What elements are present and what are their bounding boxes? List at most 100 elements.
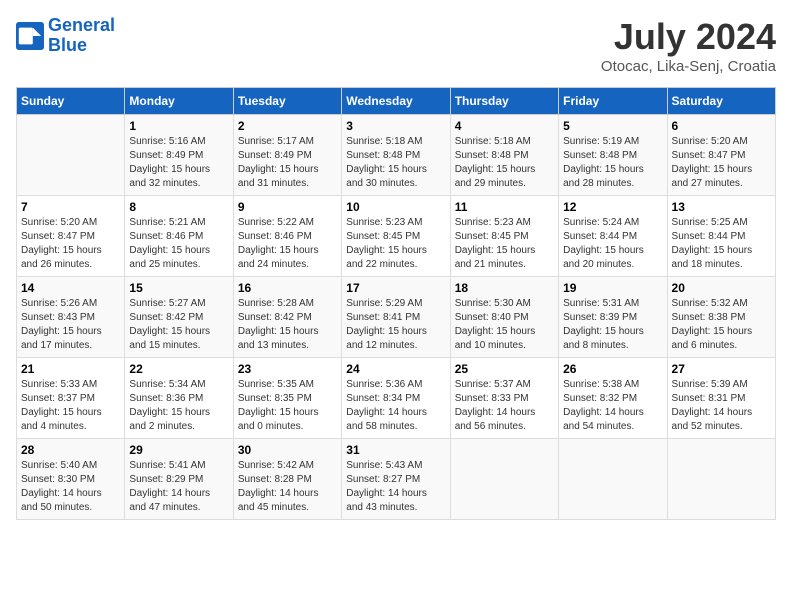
day-info: Sunrise: 5:42 AM Sunset: 8:28 PM Dayligh… bbox=[238, 459, 337, 515]
day-info: Sunrise: 5:22 AM Sunset: 8:46 PM Dayligh… bbox=[238, 216, 337, 272]
day-number: 24 bbox=[346, 362, 445, 376]
calendar-cell: 30 Sunrise: 5:42 AM Sunset: 8:28 PM Dayli… bbox=[233, 439, 341, 520]
calendar-cell: 23 Sunrise: 5:35 AM Sunset: 8:35 PM Dayli… bbox=[233, 358, 341, 439]
day-info: Sunrise: 5:40 AM Sunset: 8:30 PM Dayligh… bbox=[21, 459, 120, 515]
day-info: Sunrise: 5:36 AM Sunset: 8:34 PM Dayligh… bbox=[346, 378, 445, 434]
calendar-cell bbox=[559, 439, 667, 520]
day-info: Sunrise: 5:41 AM Sunset: 8:29 PM Dayligh… bbox=[129, 459, 228, 515]
day-info: Sunrise: 5:28 AM Sunset: 8:42 PM Dayligh… bbox=[238, 297, 337, 353]
day-number: 18 bbox=[455, 281, 554, 295]
day-number: 21 bbox=[21, 362, 120, 376]
month-title: July 2024 bbox=[601, 16, 776, 58]
calendar-cell bbox=[450, 439, 558, 520]
calendar-cell bbox=[667, 439, 775, 520]
calendar-cell: 24 Sunrise: 5:36 AM Sunset: 8:34 PM Dayli… bbox=[342, 358, 450, 439]
calendar-cell: 14Sunrise: 5:26 AM Sunset: 8:43 PM Dayli… bbox=[17, 277, 125, 358]
day-number: 29 bbox=[129, 443, 228, 457]
calendar-cell: 28 Sunrise: 5:40 AM Sunset: 8:30 PM Dayli… bbox=[17, 439, 125, 520]
calendar-cell bbox=[17, 115, 125, 196]
day-number: 22 bbox=[129, 362, 228, 376]
calendar-week-row: 1Sunrise: 5:16 AM Sunset: 8:49 PM Daylig… bbox=[17, 115, 776, 196]
calendar-cell: 25 Sunrise: 5:37 AM Sunset: 8:33 PM Dayli… bbox=[450, 358, 558, 439]
day-number: 14 bbox=[21, 281, 120, 295]
calendar-table: SundayMondayTuesdayWednesdayThursdayFrid… bbox=[16, 87, 776, 520]
calendar-cell: 13 Sunrise: 5:25 AM Sunset: 8:44 PM Dayli… bbox=[667, 196, 775, 277]
day-info: Sunrise: 5:35 AM Sunset: 8:35 PM Dayligh… bbox=[238, 378, 337, 434]
day-number: 20 bbox=[672, 281, 771, 295]
day-number: 4 bbox=[455, 119, 554, 133]
day-number: 10 bbox=[346, 200, 445, 214]
calendar-cell: 18 Sunrise: 5:30 AM Sunset: 8:40 PM Dayli… bbox=[450, 277, 558, 358]
calendar-cell: 15 Sunrise: 5:27 AM Sunset: 8:42 PM Dayli… bbox=[125, 277, 233, 358]
calendar-cell: 6 Sunrise: 5:20 AM Sunset: 8:47 PM Daylig… bbox=[667, 115, 775, 196]
calendar-cell: 10 Sunrise: 5:23 AM Sunset: 8:45 PM Dayli… bbox=[342, 196, 450, 277]
day-info: Sunrise: 5:25 AM Sunset: 8:44 PM Dayligh… bbox=[672, 216, 771, 272]
day-number: 9 bbox=[238, 200, 337, 214]
title-block: July 2024 Otocac, Lika-Senj, Croatia bbox=[601, 16, 776, 75]
calendar-cell: 2Sunrise: 5:17 AM Sunset: 8:49 PM Daylig… bbox=[233, 115, 341, 196]
calendar-cell: 21 Sunrise: 5:33 AM Sunset: 8:37 PM Dayli… bbox=[17, 358, 125, 439]
weekday-header: Wednesday bbox=[342, 88, 450, 115]
calendar-week-row: 21 Sunrise: 5:33 AM Sunset: 8:37 PM Dayli… bbox=[17, 358, 776, 439]
calendar-cell: 3 Sunrise: 5:18 AM Sunset: 8:48 PM Daylig… bbox=[342, 115, 450, 196]
weekday-header: Sunday bbox=[17, 88, 125, 115]
day-number: 30 bbox=[238, 443, 337, 457]
day-info: Sunrise: 5:23 AM Sunset: 8:45 PM Dayligh… bbox=[455, 216, 554, 272]
calendar-cell: 19Sunrise: 5:31 AM Sunset: 8:39 PM Dayli… bbox=[559, 277, 667, 358]
day-info: Sunrise: 5:20 AM Sunset: 8:47 PM Dayligh… bbox=[672, 135, 771, 191]
day-info: Sunrise: 5:21 AM Sunset: 8:46 PM Dayligh… bbox=[129, 216, 228, 272]
day-info: Sunrise: 5:17 AM Sunset: 8:49 PM Dayligh… bbox=[238, 135, 337, 191]
day-number: 3 bbox=[346, 119, 445, 133]
calendar-cell: 17 Sunrise: 5:29 AM Sunset: 8:41 PM Dayli… bbox=[342, 277, 450, 358]
day-info: Sunrise: 5:27 AM Sunset: 8:42 PM Dayligh… bbox=[129, 297, 228, 353]
weekday-header: Tuesday bbox=[233, 88, 341, 115]
calendar-week-row: 14Sunrise: 5:26 AM Sunset: 8:43 PM Dayli… bbox=[17, 277, 776, 358]
day-info: Sunrise: 5:43 AM Sunset: 8:27 PM Dayligh… bbox=[346, 459, 445, 515]
day-number: 23 bbox=[238, 362, 337, 376]
day-number: 25 bbox=[455, 362, 554, 376]
page-header: General Blue July 2024 Otocac, Lika-Senj… bbox=[16, 16, 776, 75]
calendar-cell: 26 Sunrise: 5:38 AM Sunset: 8:32 PM Dayli… bbox=[559, 358, 667, 439]
location-title: Otocac, Lika-Senj, Croatia bbox=[601, 58, 776, 75]
calendar-cell: 22 Sunrise: 5:34 AM Sunset: 8:36 PM Dayli… bbox=[125, 358, 233, 439]
day-info: Sunrise: 5:18 AM Sunset: 8:48 PM Dayligh… bbox=[455, 135, 554, 191]
day-number: 7 bbox=[21, 200, 120, 214]
calendar-cell: 20 Sunrise: 5:32 AM Sunset: 8:38 PM Dayli… bbox=[667, 277, 775, 358]
calendar-cell: 27Sunrise: 5:39 AM Sunset: 8:31 PM Dayli… bbox=[667, 358, 775, 439]
day-number: 26 bbox=[563, 362, 662, 376]
calendar-cell: 5 Sunrise: 5:19 AM Sunset: 8:48 PM Daylig… bbox=[559, 115, 667, 196]
day-info: Sunrise: 5:38 AM Sunset: 8:32 PM Dayligh… bbox=[563, 378, 662, 434]
day-number: 13 bbox=[672, 200, 771, 214]
header-row: SundayMondayTuesdayWednesdayThursdayFrid… bbox=[17, 88, 776, 115]
day-number: 8 bbox=[129, 200, 228, 214]
day-info: Sunrise: 5:34 AM Sunset: 8:36 PM Dayligh… bbox=[129, 378, 228, 434]
day-info: Sunrise: 5:30 AM Sunset: 8:40 PM Dayligh… bbox=[455, 297, 554, 353]
day-info: Sunrise: 5:33 AM Sunset: 8:37 PM Dayligh… bbox=[21, 378, 120, 434]
day-number: 6 bbox=[672, 119, 771, 133]
calendar-cell: 8 Sunrise: 5:21 AM Sunset: 8:46 PM Daylig… bbox=[125, 196, 233, 277]
day-number: 15 bbox=[129, 281, 228, 295]
day-info: Sunrise: 5:37 AM Sunset: 8:33 PM Dayligh… bbox=[455, 378, 554, 434]
logo-text: General Blue bbox=[48, 16, 115, 56]
weekday-header: Friday bbox=[559, 88, 667, 115]
day-info: Sunrise: 5:18 AM Sunset: 8:48 PM Dayligh… bbox=[346, 135, 445, 191]
day-number: 5 bbox=[563, 119, 662, 133]
logo: General Blue bbox=[16, 16, 115, 56]
day-info: Sunrise: 5:20 AM Sunset: 8:47 PM Dayligh… bbox=[21, 216, 120, 272]
day-info: Sunrise: 5:31 AM Sunset: 8:39 PM Dayligh… bbox=[563, 297, 662, 353]
day-info: Sunrise: 5:32 AM Sunset: 8:38 PM Dayligh… bbox=[672, 297, 771, 353]
calendar-cell: 1Sunrise: 5:16 AM Sunset: 8:49 PM Daylig… bbox=[125, 115, 233, 196]
day-number: 1 bbox=[129, 119, 228, 133]
day-info: Sunrise: 5:23 AM Sunset: 8:45 PM Dayligh… bbox=[346, 216, 445, 272]
day-number: 28 bbox=[21, 443, 120, 457]
day-info: Sunrise: 5:29 AM Sunset: 8:41 PM Dayligh… bbox=[346, 297, 445, 353]
day-number: 12 bbox=[563, 200, 662, 214]
logo-icon bbox=[16, 22, 44, 50]
day-number: 16 bbox=[238, 281, 337, 295]
day-number: 17 bbox=[346, 281, 445, 295]
calendar-week-row: 28 Sunrise: 5:40 AM Sunset: 8:30 PM Dayli… bbox=[17, 439, 776, 520]
calendar-cell: 16 Sunrise: 5:28 AM Sunset: 8:42 PM Dayli… bbox=[233, 277, 341, 358]
calendar-cell: 7 Sunrise: 5:20 AM Sunset: 8:47 PM Daylig… bbox=[17, 196, 125, 277]
day-number: 11 bbox=[455, 200, 554, 214]
day-info: Sunrise: 5:19 AM Sunset: 8:48 PM Dayligh… bbox=[563, 135, 662, 191]
